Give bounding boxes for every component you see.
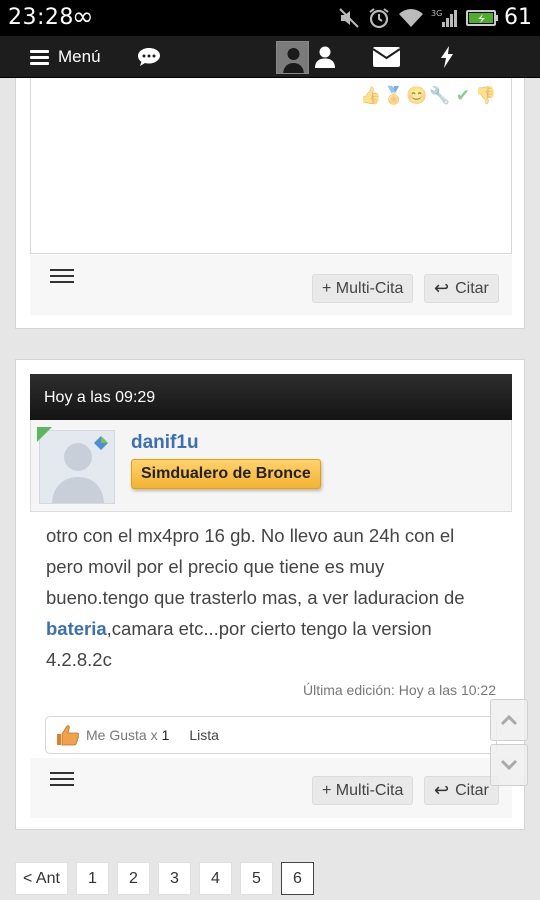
chat-icon	[138, 48, 160, 66]
diamond-badge-icon	[94, 436, 108, 450]
page-2[interactable]: 2	[116, 862, 150, 895]
edited-note: Última edición: Hoy a las 10:22	[303, 682, 496, 698]
check-icon[interactable]: ✔	[452, 86, 474, 106]
chat-button[interactable]	[136, 36, 162, 78]
battery-icon	[466, 10, 498, 26]
envelope-icon	[372, 47, 400, 67]
page-3[interactable]: 3	[157, 862, 191, 895]
multiquote-label: + Multi-Cita	[322, 279, 404, 297]
scroll-up-button[interactable]	[490, 699, 528, 741]
thumbs-down-icon[interactable]: 👎	[475, 86, 497, 106]
alerts-button[interactable]	[438, 36, 456, 78]
reply-arrow-icon: ↩	[434, 780, 450, 800]
prev-page-button[interactable]: < Ant	[15, 862, 68, 895]
multiquote-button[interactable]: + Multi-Cita	[312, 274, 414, 303]
post-header: Hoy a las 09:29	[30, 374, 512, 420]
post-message: otro con el mx4pro 16 gb. No llevo aun 2…	[46, 520, 506, 675]
inbox-button[interactable]	[372, 36, 400, 78]
wifi-icon	[399, 9, 423, 27]
likes-list-link[interactable]: Lista	[189, 727, 219, 743]
quote-label: Citar	[455, 279, 489, 297]
page-5[interactable]: 5	[239, 862, 273, 895]
page-4[interactable]: 4	[198, 862, 232, 895]
likes-count: 1	[161, 727, 170, 743]
avatar-silhouette-icon	[277, 42, 308, 73]
message-line: 4.2.8.2c	[46, 649, 112, 670]
message-line: bateria,camara etc...por cierto tengo la…	[46, 613, 506, 644]
post-actions-bar: + Multi-Cita ↩ Citar	[30, 255, 512, 315]
chevron-up-icon	[500, 714, 518, 726]
message-line: pero movil por el precio que tiene es mu…	[46, 556, 385, 577]
status-bar: 23:28 ∞ 3G 61	[0, 0, 540, 36]
page-1[interactable]: 1	[75, 862, 109, 895]
mute-icon	[339, 8, 359, 28]
thumbs-up-icon	[57, 725, 80, 746]
post-content-area: 👍 🏅 😊 🔧 ✔ 👎	[30, 78, 512, 254]
menu-button[interactable]: Menú	[30, 36, 101, 78]
thumbs-up-icon[interactable]: 👍	[360, 86, 382, 106]
bateria-link[interactable]: bateria	[46, 618, 107, 639]
message-line: bueno.tengo que trasterlo mas, a ver lad…	[46, 587, 465, 608]
user-info: danif1u Simdualero de Bronce	[30, 420, 512, 512]
multiquote-label: + Multi-Cita	[322, 781, 404, 799]
battery-percent: 61	[504, 5, 532, 30]
reaction-icons: 👍 🏅 😊 🔧 ✔ 👎	[360, 86, 497, 106]
scroll-down-button[interactable]	[490, 744, 528, 786]
pagination: < Ant 1 2 3 4 5 6	[15, 862, 314, 896]
likes-label: Me Gusta x	[86, 727, 158, 743]
user-icon	[315, 46, 335, 68]
quote-label: Citar	[455, 781, 489, 799]
page-6-current[interactable]: 6	[280, 862, 314, 895]
message-text: ,camara etc...por cierto tengo la versio…	[106, 618, 432, 639]
post-actions-bar: + Multi-Cita ↩ Citar	[30, 758, 512, 818]
chevron-down-icon	[500, 759, 518, 771]
top-navbar: Menú	[0, 36, 540, 78]
status-time: 23:28	[8, 5, 74, 30]
wrench-icon[interactable]: 🔧	[429, 86, 451, 106]
avatar[interactable]	[276, 41, 309, 74]
alarm-icon	[369, 8, 389, 29]
post-menu-icon[interactable]	[50, 772, 74, 786]
lightning-icon	[441, 46, 453, 68]
user-title-badge: Simdualero de Bronce	[131, 459, 321, 489]
post-card: Hoy a las 09:29 danif1u Simdualero de Br…	[15, 359, 525, 830]
signal-icon: 3G	[431, 9, 457, 27]
infinity-icon: ∞	[72, 2, 94, 32]
smile-icon[interactable]: 😊	[406, 86, 428, 106]
star-medal-icon[interactable]: 🏅	[383, 86, 405, 106]
quote-button[interactable]: ↩ Citar	[424, 274, 499, 303]
quote-button[interactable]: ↩ Citar	[424, 776, 499, 805]
username[interactable]: danif1u	[131, 432, 199, 454]
previous-post: 👍 🏅 😊 🔧 ✔ 👎 + Multi-Cita ↩ Citar	[15, 78, 525, 329]
post-menu-icon[interactable]	[50, 269, 74, 283]
multiquote-button[interactable]: + Multi-Cita	[312, 776, 414, 805]
hamburger-icon	[30, 49, 49, 65]
online-indicator	[37, 427, 52, 442]
menu-label: Menú	[58, 47, 101, 66]
svg-text:3G: 3G	[431, 9, 442, 18]
reply-arrow-icon: ↩	[434, 278, 450, 298]
likes-summary: Me Gusta x 1 Lista	[45, 716, 497, 754]
post-timestamp: Hoy a las 09:29	[44, 389, 156, 406]
profile-button[interactable]	[314, 36, 336, 78]
message-line: otro con el mx4pro 16 gb. No llevo aun 2…	[46, 525, 455, 546]
